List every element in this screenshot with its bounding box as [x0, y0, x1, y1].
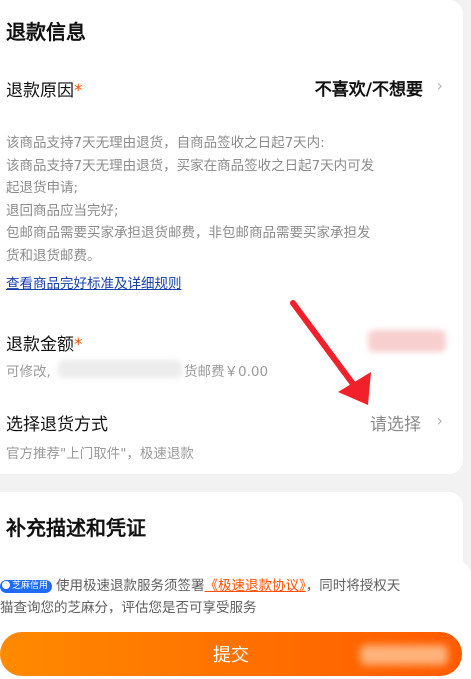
refund-info-card: 退款信息 退款原因* 不喜欢/不想要 › 该商品支持7天无理由退货，自商品签收之… — [0, 0, 463, 474]
zhima-credit-badge: 芝麻信用 — [0, 580, 53, 593]
refund-amount-hint-suffix: 货邮费￥0.00 — [184, 364, 269, 380]
return-method-select[interactable]: 请选择 — [370, 410, 421, 435]
policy-line: 该商品支持7天无理由退货，买家在商品签收之日起7天内可发 — [6, 157, 375, 174]
policy-line: 起退货申请; — [6, 180, 79, 196]
zhima-icon — [2, 581, 10, 589]
refund-reason-value[interactable]: 不喜欢/不想要 — [315, 75, 423, 100]
policy-line: 退回商品应当完好; — [6, 202, 119, 219]
agreement-text: 芝麻信用 使用极速退款服务须签署《极速退款协议》，同时将授权天 猫查询您的芝麻分，… — [0, 575, 466, 619]
section-title-supplement: 补充描述和凭证 — [6, 516, 146, 540]
return-policy-text: 该商品支持7天无理由退货，自商品签收之日起7天内: 该商品支持7天无理由退货，买… — [6, 132, 456, 267]
refund-reason-label: 退款原因* — [6, 81, 83, 101]
submit-blurred-area — [360, 645, 448, 665]
refund-amount-label: 退款金额* — [6, 335, 83, 355]
return-method-hint: 官方推荐"上门取件"，极速退款 — [6, 446, 194, 462]
return-method-label: 选择退货方式 — [6, 415, 108, 435]
policy-line: 包邮商品需要买家承担退货邮费，非包邮商品需要买家承担发 — [6, 225, 371, 241]
rules-link[interactable]: 查看商品完好标准及详细规则 — [6, 272, 182, 292]
chevron-right-icon[interactable]: › — [437, 411, 443, 430]
refund-amount-hint-prefix: 可修改, — [6, 364, 51, 380]
submit-label: 提交 — [213, 645, 249, 666]
agreement-link[interactable]: 《极速退款协议》 — [205, 578, 306, 594]
chevron-right-icon[interactable]: › — [437, 76, 443, 95]
refund-amount-hint-blurred — [58, 360, 182, 378]
refund-amount-value-blurred[interactable] — [368, 330, 446, 352]
policy-line: 该商品支持7天无理由退货，自商品签收之日起7天内: — [6, 135, 325, 151]
section-title-refund-info: 退款信息 — [6, 20, 86, 44]
agreement-line-2: 猫查询您的芝麻分，评估您是否可享受服务 — [0, 600, 257, 616]
policy-line: 货和退货邮费。 — [6, 247, 101, 264]
